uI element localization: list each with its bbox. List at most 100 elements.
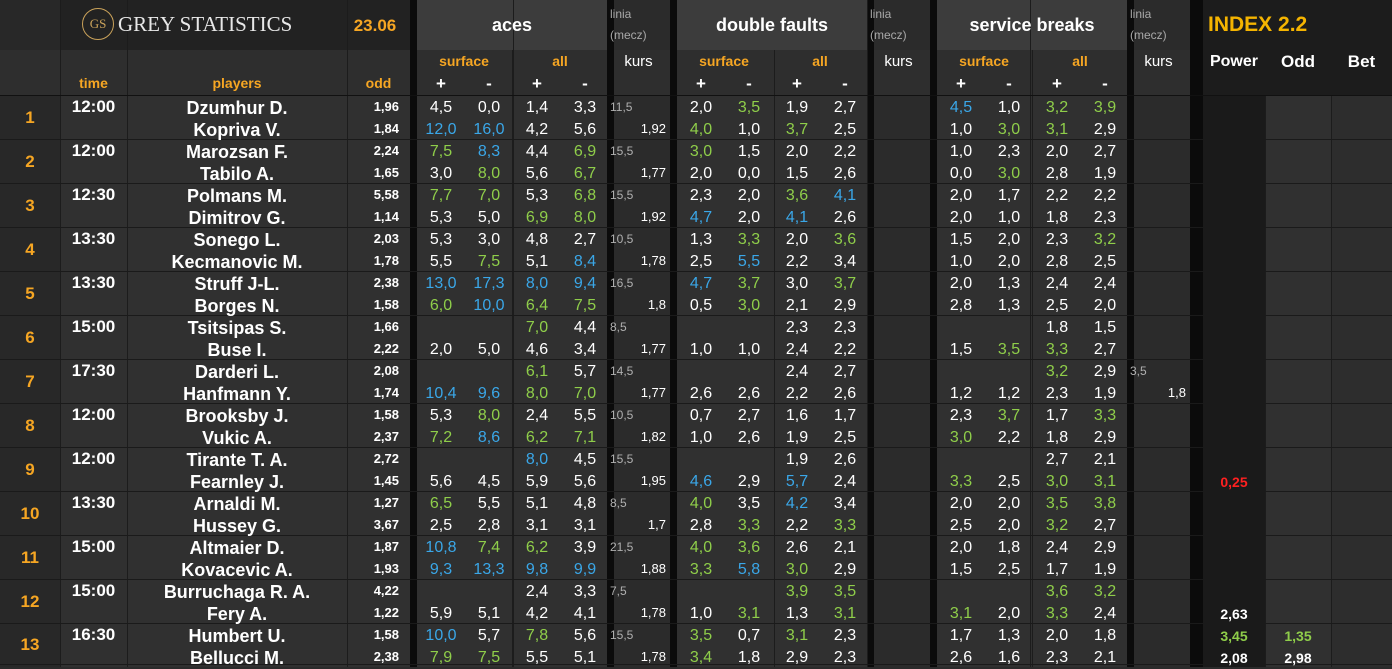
minus-header: - [746, 74, 752, 93]
df-stat-cell: 2,3 [689, 187, 713, 204]
aces-stat-cell: 4,8 [525, 231, 549, 248]
sb-stat-cell: 2,8 [949, 297, 973, 314]
index-odd-value [1265, 449, 1331, 471]
sb-stat-cell: 1,8 [1093, 627, 1117, 644]
sb-stat-cell: 1,3 [997, 297, 1021, 314]
index-odd-value [1265, 97, 1331, 119]
df-stat-cell: 0,5 [689, 297, 713, 314]
df-stat-cell [677, 361, 725, 383]
df-stat-cell: 2,4 [833, 473, 857, 490]
df-stat-cell: 2,0 [689, 99, 713, 116]
sb-stat-cell: 1,3 [997, 275, 1021, 292]
aces-stat-cell: 4,4 [525, 143, 549, 160]
sb-stat-cell: 2,0 [1045, 627, 1069, 644]
aces-stat-cell: 7,5 [477, 649, 501, 666]
df-stat-cell: 2,4 [785, 363, 809, 380]
df-stat-cell: 3,3 [737, 231, 761, 248]
line-odd [1130, 470, 1188, 492]
df-stat-cell: 3,6 [785, 187, 809, 204]
df-stat-cell: 3,0 [737, 297, 761, 314]
column-separator [670, 0, 677, 667]
df-stat-cell: 4,7 [689, 275, 713, 292]
sb-stat-cell: 3,0 [997, 165, 1021, 182]
surface-label: surface [439, 53, 489, 69]
aces-stat-cell [417, 581, 465, 603]
aces-stat-cell: 12,0 [425, 121, 457, 138]
df-stat-cell: 3,5 [737, 99, 761, 116]
aces-stat-cell: 13,3 [473, 561, 505, 578]
line-odd: 1,92 [640, 121, 666, 136]
sb-stat-cell: 3,2 [1045, 99, 1069, 116]
index-odd-value [1265, 229, 1331, 251]
sb-stat-cell: 2,3 [1045, 385, 1069, 402]
line-value [1130, 624, 1188, 646]
kurs-header: kurs [1144, 53, 1173, 70]
sb-stat-cell: 3,7 [997, 407, 1021, 424]
aces-stat-cell [465, 317, 513, 339]
index-odd-value [1265, 361, 1331, 383]
sb-stat-cell: 1,0 [997, 209, 1021, 226]
player-name: Burruchaga R. A. [163, 582, 311, 602]
aces-stat-cell: 4,5 [477, 473, 501, 490]
df-stat-cell: 2,5 [689, 253, 713, 270]
sb-stat-cell: 3,3 [1045, 341, 1069, 358]
power-value [1203, 97, 1265, 119]
power-value [1203, 317, 1265, 339]
sb-stat-cell: 3,2 [1045, 517, 1069, 534]
sb-stat-cell: 2,0 [949, 209, 973, 226]
index-odd-value [1265, 295, 1331, 317]
sb-stat-cell: 1,0 [949, 253, 973, 270]
df-stat-cell: 3,7 [737, 275, 761, 292]
df-stat-cell: 2,9 [833, 297, 857, 314]
df-stat-cell: 3,5 [737, 495, 761, 512]
sb-stat-cell: 2,0 [997, 517, 1021, 534]
aces-stat-cell: 16,0 [473, 121, 505, 138]
player-name: Darderi L. [194, 362, 280, 382]
sb-stat-cell: 2,9 [1093, 429, 1117, 446]
index-odd-value [1265, 163, 1331, 185]
sb-stat-cell [985, 361, 1033, 383]
df-stat-cell: 2,3 [833, 649, 857, 666]
df-stat-cell [677, 581, 725, 603]
sb-stat-cell: 2,8 [1045, 165, 1069, 182]
aces-stat-cell: 4,2 [525, 121, 549, 138]
line-odd [870, 118, 928, 140]
df-stat-cell: 3,1 [737, 605, 761, 622]
sb-stat-cell: 2,6 [949, 649, 973, 666]
sb-stat-cell: 2,0 [949, 275, 973, 292]
df-stat-cell: 3,4 [833, 495, 857, 512]
power-value: 0,25 [1220, 474, 1248, 490]
player-name: Dzumhur D. [186, 98, 288, 118]
aces-stat-cell: 2,7 [573, 231, 597, 248]
aces-stat-cell: 6,8 [573, 187, 597, 204]
df-stat-cell: 1,0 [689, 341, 713, 358]
aces-stat-cell [465, 361, 513, 383]
aces-stat-cell: 5,1 [573, 649, 597, 666]
aces-stat-cell: 3,0 [477, 231, 501, 248]
match-number: 12 [20, 592, 40, 611]
power-value [1203, 229, 1265, 251]
index-title: INDEX 2.2 [1208, 13, 1308, 36]
aces-stat-cell: 8,0 [573, 209, 597, 226]
aces-stat-cell: 10,8 [425, 539, 457, 556]
power-value [1203, 449, 1265, 471]
line-odd [1130, 426, 1188, 448]
power-value [1203, 383, 1265, 405]
line-value [870, 316, 928, 338]
df-stat-cell [725, 317, 773, 339]
player-odd: 2,38 [373, 649, 399, 664]
df-stat-cell: 2,6 [833, 165, 857, 182]
player-odd: 2,03 [373, 231, 399, 246]
aces-stat-cell: 10,0 [473, 297, 505, 314]
aces-stat-cell: 5,3 [429, 209, 453, 226]
sb-stat-cell: 3,3 [1093, 407, 1117, 424]
sb-stat-cell: 3,5 [997, 341, 1021, 358]
line-value: 10,5 [610, 408, 634, 422]
sb-stat-cell: 2,0 [997, 253, 1021, 270]
df-stat-cell: 3,6 [737, 539, 761, 556]
line-odd [1130, 206, 1188, 228]
sb-stat-cell: 1,7 [949, 627, 973, 644]
line-value [1130, 580, 1188, 602]
line-odd [870, 294, 928, 316]
power-value [1203, 295, 1265, 317]
